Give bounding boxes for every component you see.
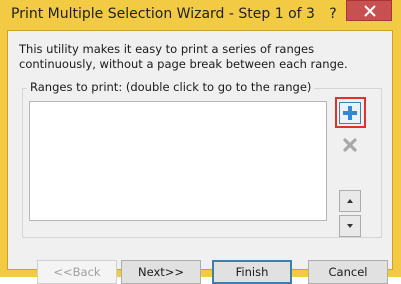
delete-range-button[interactable]	[339, 134, 361, 156]
delete-x-icon	[343, 138, 357, 152]
cancel-button[interactable]: Cancel	[308, 260, 388, 284]
move-down-button[interactable]	[339, 215, 361, 237]
ranges-listbox[interactable]	[29, 101, 327, 221]
close-button[interactable]	[346, 0, 392, 21]
next-button[interactable]: Next>>	[121, 260, 201, 284]
dialog-body: This utility makes it easy to print a se…	[7, 30, 393, 284]
description-text: This utility makes it easy to print a se…	[19, 42, 348, 71]
plus-icon	[343, 106, 357, 120]
add-range-button[interactable]	[339, 102, 361, 124]
close-icon	[364, 5, 376, 17]
arrow-up-icon	[347, 199, 353, 203]
back-button[interactable]: <<Back	[37, 260, 117, 284]
finish-button[interactable]: Finish	[212, 260, 292, 284]
help-button[interactable]: ?	[324, 4, 342, 24]
move-up-button[interactable]	[339, 190, 361, 212]
wizard-window: Print Multiple Selection Wizard - Step 1…	[0, 0, 401, 284]
title-bar[interactable]: Print Multiple Selection Wizard - Step 1…	[0, 0, 401, 28]
ranges-group-label: Ranges to print: (double click to go to …	[27, 80, 315, 94]
arrow-down-icon	[347, 224, 353, 228]
ranges-groupbox: Ranges to print: (double click to go to …	[22, 80, 382, 238]
window-title: Print Multiple Selection Wizard - Step 1…	[11, 6, 315, 22]
